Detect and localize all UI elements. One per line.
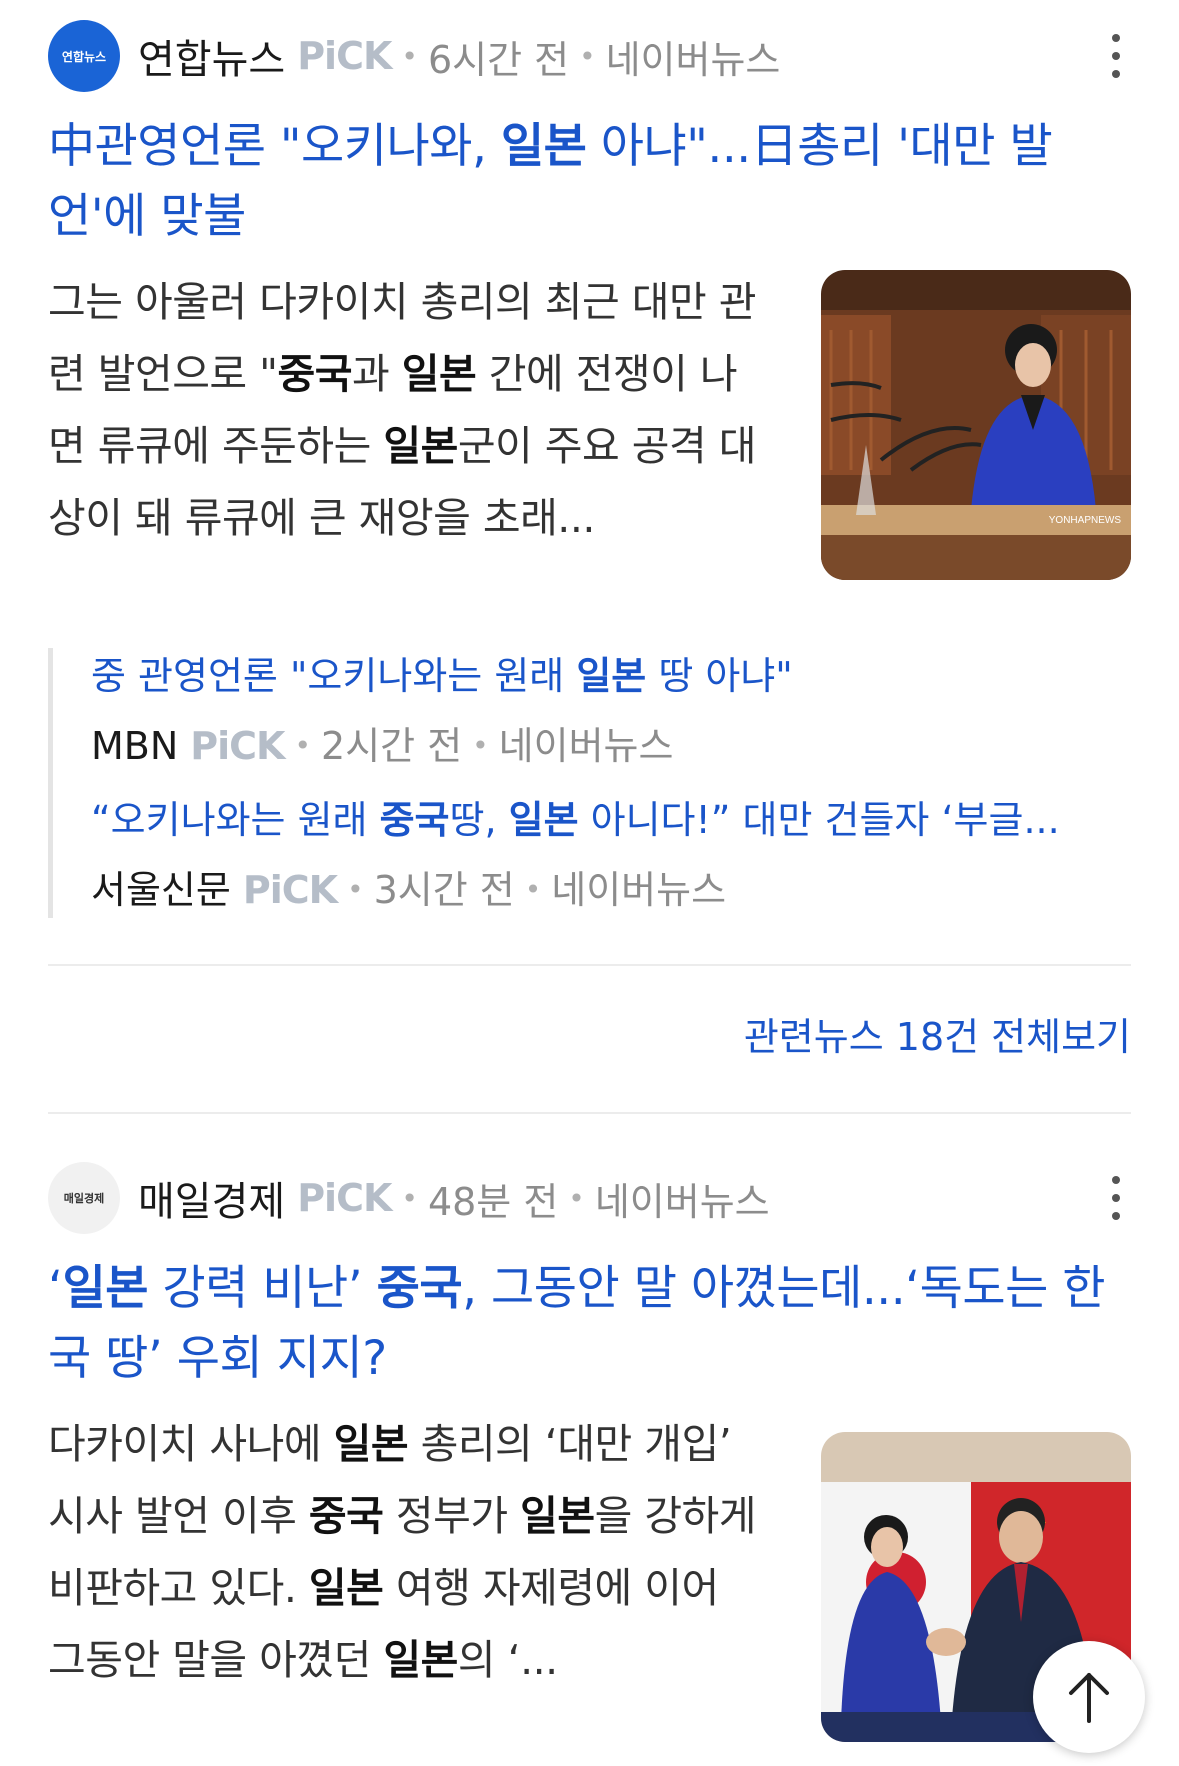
pick-badge: PiCK: [242, 868, 338, 912]
article-thumbnail[interactable]: YONHAPNEWS: [821, 270, 1131, 580]
separator-dot: •: [401, 1181, 418, 1215]
source-name[interactable]: 연합뉴스: [138, 27, 285, 85]
article-source-row: 연합뉴스 연합뉴스 PiCK • 6시간 전 • 네이버뉴스: [48, 20, 1131, 92]
publish-time: 48분 전: [427, 1179, 559, 1224]
related-news-block: 중 관영언론 "오키나와는 원래 일본 땅 아냐" MBN PiCK • 2시간…: [48, 648, 1131, 918]
separator-dot: •: [472, 729, 489, 762]
platform-label: 네이버뉴스: [605, 37, 781, 82]
related-news-more-link[interactable]: 관련뉴스 18건 전체보기: [744, 1006, 1131, 1061]
scroll-to-top-button[interactable]: [1033, 1641, 1145, 1753]
article-title[interactable]: ‘일본 강력 비난’ 중국, 그동안 말 아꼈는데...‘독도는 한국 땅’ 우…: [48, 1254, 1108, 1394]
related-news-meta: MBN PiCK • 2시간 전 • 네이버뉴스: [91, 718, 1131, 774]
more-options-icon[interactable]: [1101, 28, 1131, 84]
related-news-item[interactable]: 중 관영언론 "오키나와는 원래 일본 땅 아냐" MBN PiCK • 2시간…: [91, 648, 1131, 774]
related-news-title[interactable]: 중 관영언론 "오키나와는 원래 일본 땅 아냐": [91, 648, 1131, 704]
source-name[interactable]: MBN: [91, 718, 178, 774]
publish-time: 2시간 전: [321, 724, 463, 768]
source-name[interactable]: 매일경제: [138, 1169, 285, 1227]
separator-dot: •: [401, 39, 418, 73]
pick-badge: PiCK: [297, 34, 392, 78]
pick-badge: PiCK: [297, 1176, 392, 1220]
article-source-row: 매일경제 매일경제 PiCK • 48분 전 • 네이버뉴스: [48, 1162, 1131, 1234]
related-news-title[interactable]: “오키나와는 원래 중국땅, 일본 아니다!” 대만 건들자 ‘부글...: [91, 792, 1131, 848]
section-divider: [48, 1112, 1131, 1114]
platform-label: 네이버뉴스: [594, 1179, 770, 1224]
platform-label: 네이버뉴스: [498, 724, 674, 768]
related-news-list: 중 관영언론 "오키나와는 원래 일본 땅 아냐" MBN PiCK • 2시간…: [48, 648, 1131, 918]
source-name[interactable]: 서울신문: [91, 862, 231, 918]
article-snippet[interactable]: 그는 아울러 다카이치 총리의 최근 대만 관련 발언으로 "중국과 일본 간에…: [48, 266, 768, 554]
separator-dot: •: [579, 39, 596, 73]
platform-label: 네이버뉴스: [551, 868, 727, 912]
arrow-up-icon: [1069, 1673, 1109, 1723]
more-options-icon[interactable]: [1101, 1170, 1131, 1226]
related-news-item[interactable]: “오키나와는 원래 중국땅, 일본 아니다!” 대만 건들자 ‘부글... 서울…: [91, 792, 1131, 918]
related-news-meta: 서울신문 PiCK • 3시간 전 • 네이버뉴스: [91, 862, 1131, 918]
article-title[interactable]: 中관영언론 "오키나와, 일본 아냐"...日총리 '대만 발언'에 맞불: [48, 112, 1108, 252]
article-card-2: 매일경제 매일경제 PiCK • 48분 전 • 네이버뉴스 ‘일본 강력 비난…: [48, 1162, 1131, 1762]
article-snippet[interactable]: 다카이치 사나에 일본 총리의 ‘대만 개입’ 시사 발언 이후 중국 정부가 …: [48, 1408, 768, 1696]
separator-dot: •: [524, 873, 542, 906]
thumbnail-watermark: YONHAPNEWS: [1049, 515, 1122, 526]
publish-time: 6시간 전: [427, 37, 570, 82]
separator-dot: •: [294, 729, 312, 762]
separator-dot: •: [347, 873, 364, 906]
pick-badge: PiCK: [190, 724, 285, 768]
article-card-1: 연합뉴스 연합뉴스 PiCK • 6시간 전 • 네이버뉴스 中관영언론 "오키…: [48, 20, 1131, 580]
yonhap-logo[interactable]: 연합뉴스: [48, 20, 120, 92]
divider: [48, 964, 1131, 966]
publish-time: 3시간 전: [373, 868, 515, 912]
separator-dot: •: [568, 1181, 585, 1215]
maeil-logo[interactable]: 매일경제: [48, 1162, 120, 1234]
